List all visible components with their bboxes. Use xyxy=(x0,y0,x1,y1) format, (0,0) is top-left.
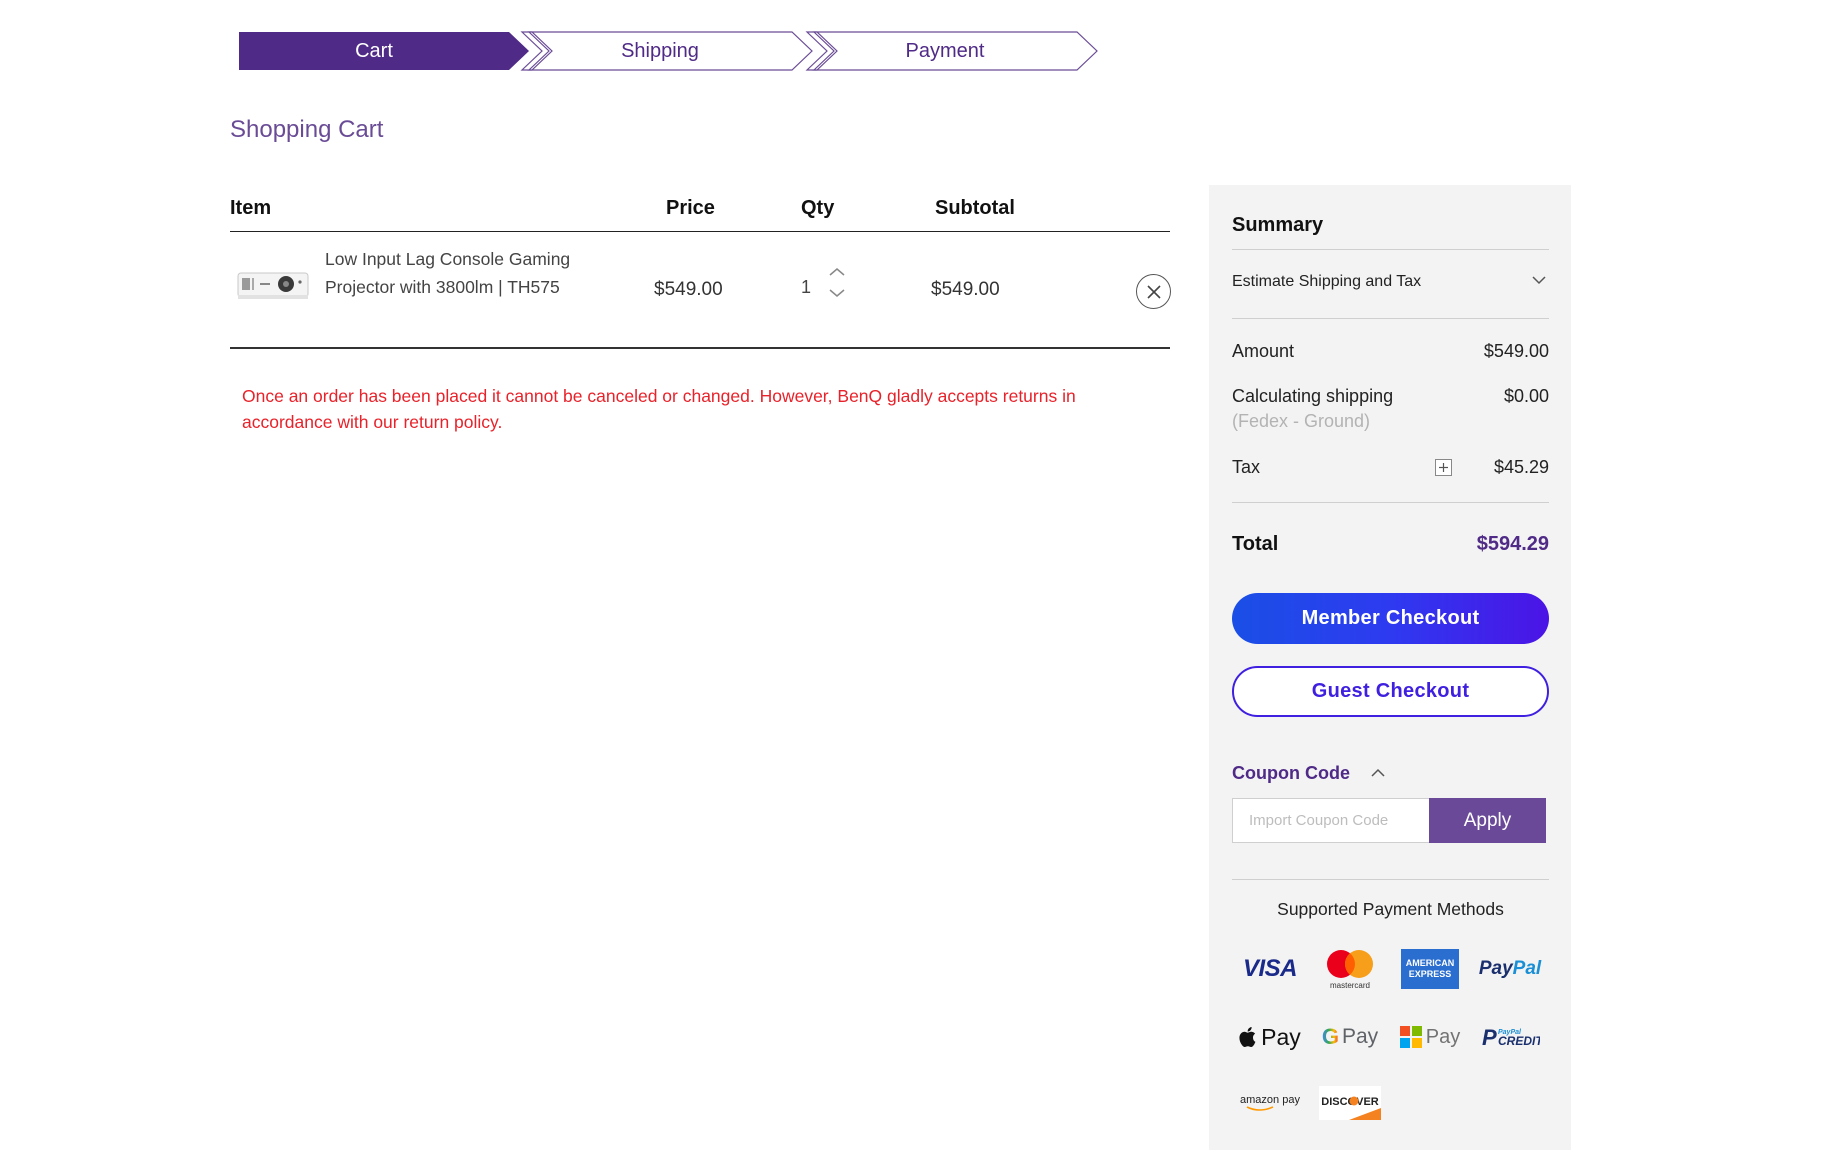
plus-icon xyxy=(1439,463,1448,472)
chevron-down-icon xyxy=(1532,276,1546,285)
google-pay-icon: G Pay xyxy=(1321,1024,1379,1049)
column-header-qty: Qty xyxy=(801,197,835,219)
summary-divider xyxy=(1232,318,1549,319)
amazon-pay-icon: amazon pay xyxy=(1238,1081,1302,1125)
summary-title: Summary xyxy=(1232,214,1324,236)
page-title: Shopping Cart xyxy=(230,116,384,143)
close-icon xyxy=(1146,284,1161,299)
tax-value: $45.29 xyxy=(1493,457,1549,477)
tax-expand-button[interactable] xyxy=(1435,459,1452,476)
chevron-up-icon[interactable] xyxy=(1370,768,1386,778)
member-checkout-button[interactable]: Member Checkout xyxy=(1232,593,1549,644)
coupon-apply-button[interactable]: Apply xyxy=(1429,798,1546,843)
product-price: $549.00 xyxy=(654,279,723,300)
svg-text:mastercard: mastercard xyxy=(1330,981,1370,990)
coupon-code-toggle[interactable]: Coupon Code xyxy=(1232,763,1350,784)
guest-checkout-button[interactable]: Guest Checkout xyxy=(1232,666,1549,717)
amount-value: $549.00 xyxy=(1483,341,1549,361)
header-divider xyxy=(230,231,1170,232)
step-payment[interactable]: Payment xyxy=(810,31,1080,71)
mastercard-icon: mastercard xyxy=(1318,947,1382,991)
checkout-stepper: Cart Shipping Payment xyxy=(239,31,1099,71)
total-label: Total xyxy=(1232,533,1279,555)
shipping-value: $0.00 xyxy=(1503,386,1549,406)
row-divider xyxy=(230,347,1170,349)
apple-pay-icon: Pay xyxy=(1238,1015,1302,1059)
svg-text:P: P xyxy=(1482,1025,1497,1050)
estimate-shipping-tax-label: Estimate Shipping and Tax xyxy=(1232,273,1422,290)
tax-label: Tax xyxy=(1232,457,1261,477)
american-express-icon: AMERICAN EXPRESS xyxy=(1398,947,1462,991)
shipping-label: Calculating shipping xyxy=(1232,386,1394,406)
paypal-icon: PayPal xyxy=(1478,958,1542,979)
estimate-shipping-tax-toggle[interactable]: Estimate Shipping and Tax xyxy=(1232,273,1549,295)
column-header-item: Item xyxy=(230,197,272,219)
paypal-credit-icon: P PayPal CREDIT xyxy=(1478,1015,1542,1059)
product-subtotal: $549.00 xyxy=(931,279,1000,300)
quantity-decrease-icon[interactable] xyxy=(826,286,848,300)
svg-text:CREDIT: CREDIT xyxy=(1498,1034,1540,1048)
summary-divider xyxy=(1232,879,1549,880)
microsoft-pay-icon: Pay xyxy=(1398,1015,1462,1059)
shipping-method: (Fedex - Ground) xyxy=(1232,411,1371,431)
quantity-increase-icon[interactable] xyxy=(826,265,848,279)
visa-icon: VISA xyxy=(1242,955,1298,982)
coupon-code-input[interactable] xyxy=(1232,798,1430,843)
discover-icon: DISCOVER xyxy=(1318,1081,1382,1125)
remove-item-button[interactable] xyxy=(1136,274,1171,309)
svg-text:amazon pay: amazon pay xyxy=(1240,1094,1300,1106)
amount-label: Amount xyxy=(1232,341,1295,361)
quantity-value[interactable]: 1 xyxy=(801,277,811,298)
column-header-subtotal: Subtotal xyxy=(935,197,1015,219)
summary-divider xyxy=(1232,249,1549,250)
total-value: $594.29 xyxy=(1476,533,1549,555)
column-header-price: Price xyxy=(666,197,715,219)
svg-text:AMERICAN: AMERICAN xyxy=(1406,958,1455,968)
svg-text:EXPRESS: EXPRESS xyxy=(1409,969,1452,979)
return-policy-note: Once an order has been placed it cannot … xyxy=(242,386,1076,432)
product-name[interactable]: Low Input Lag Console Gaming Projector w… xyxy=(325,245,615,301)
product-image[interactable] xyxy=(236,265,310,305)
summary-divider xyxy=(1232,502,1549,503)
payment-methods-title: Supported Payment Methods xyxy=(1277,899,1504,919)
order-summary-panel: Summary Estimate Shipping and Tax Amount… xyxy=(1209,185,1571,1150)
step-shipping[interactable]: Shipping xyxy=(525,31,795,71)
step-cart[interactable]: Cart xyxy=(239,31,509,71)
